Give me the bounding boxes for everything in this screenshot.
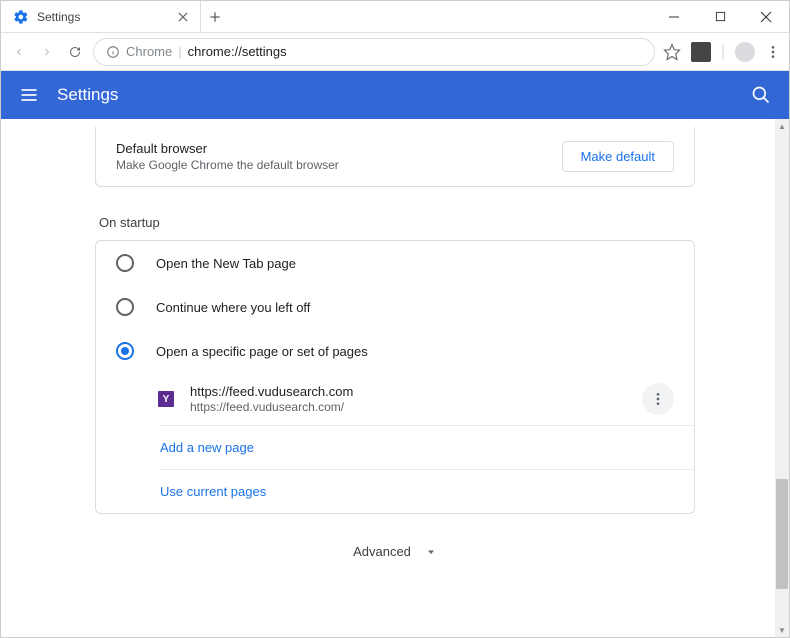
scrollbar[interactable]: ▲ ▼ bbox=[775, 119, 789, 637]
browser-tab[interactable]: Settings bbox=[1, 1, 201, 32]
search-icon[interactable] bbox=[751, 85, 771, 105]
startup-page-entry: Y https://feed.vudusearch.com https://fe… bbox=[96, 373, 694, 425]
hamburger-icon[interactable] bbox=[19, 85, 39, 105]
forward-button[interactable] bbox=[37, 42, 57, 62]
advanced-label: Advanced bbox=[353, 544, 411, 559]
extension-icon[interactable] bbox=[691, 42, 711, 62]
info-icon bbox=[106, 45, 120, 59]
startup-section-label: On startup bbox=[99, 215, 695, 230]
radio-continue[interactable]: Continue where you left off bbox=[96, 285, 694, 329]
radio-icon bbox=[116, 298, 134, 316]
add-new-page-link[interactable]: Add a new page bbox=[96, 426, 694, 469]
close-icon[interactable] bbox=[176, 10, 190, 24]
window-controls bbox=[651, 1, 789, 32]
reload-button[interactable] bbox=[65, 42, 85, 62]
scroll-down-icon[interactable]: ▼ bbox=[775, 623, 789, 637]
make-default-button[interactable]: Make default bbox=[562, 141, 674, 172]
chevron-down-icon bbox=[425, 546, 437, 558]
default-browser-title: Default browser bbox=[116, 141, 562, 156]
radio-icon-checked bbox=[116, 342, 134, 360]
star-icon[interactable] bbox=[663, 43, 681, 61]
title-bar: Settings bbox=[1, 1, 789, 33]
radio-icon bbox=[116, 254, 134, 272]
startup-page-title: https://feed.vudusearch.com bbox=[190, 384, 626, 399]
startup-card: Open the New Tab page Continue where you… bbox=[95, 240, 695, 514]
minimize-button[interactable] bbox=[651, 1, 697, 32]
page-favicon: Y bbox=[158, 391, 174, 407]
scroll-up-icon[interactable]: ▲ bbox=[775, 119, 789, 133]
gear-icon bbox=[13, 9, 29, 25]
settings-header: Settings bbox=[1, 71, 789, 119]
use-current-pages-link[interactable]: Use current pages bbox=[96, 470, 694, 513]
omnibox-prefix: Chrome bbox=[126, 44, 172, 59]
scrollbar-thumb[interactable] bbox=[776, 479, 788, 589]
content-area: Default browser Make Google Chrome the d… bbox=[1, 119, 789, 637]
default-browser-card: Default browser Make Google Chrome the d… bbox=[95, 127, 695, 187]
page-title: Settings bbox=[57, 85, 118, 105]
menu-button[interactable] bbox=[765, 44, 781, 60]
browser-window: Settings bbox=[0, 0, 790, 638]
default-browser-subtitle: Make Google Chrome the default browser bbox=[116, 158, 562, 172]
advanced-toggle[interactable]: Advanced bbox=[95, 514, 695, 569]
startup-page-url: https://feed.vudusearch.com/ bbox=[190, 400, 626, 414]
radio-specific-pages[interactable]: Open a specific page or set of pages bbox=[96, 329, 694, 373]
toolbar-right: | bbox=[663, 42, 781, 62]
avatar[interactable] bbox=[735, 42, 755, 62]
close-window-button[interactable] bbox=[743, 1, 789, 32]
address-bar[interactable]: Chrome | chrome://settings bbox=[93, 38, 655, 66]
back-button[interactable] bbox=[9, 42, 29, 62]
new-tab-button[interactable] bbox=[201, 1, 229, 32]
tab-title: Settings bbox=[37, 10, 80, 24]
omnibox-url: chrome://settings bbox=[188, 44, 287, 59]
more-actions-button[interactable] bbox=[642, 383, 674, 415]
maximize-button[interactable] bbox=[697, 1, 743, 32]
radio-open-newtab[interactable]: Open the New Tab page bbox=[96, 241, 694, 285]
nav-toolbar: Chrome | chrome://settings | bbox=[1, 33, 789, 71]
